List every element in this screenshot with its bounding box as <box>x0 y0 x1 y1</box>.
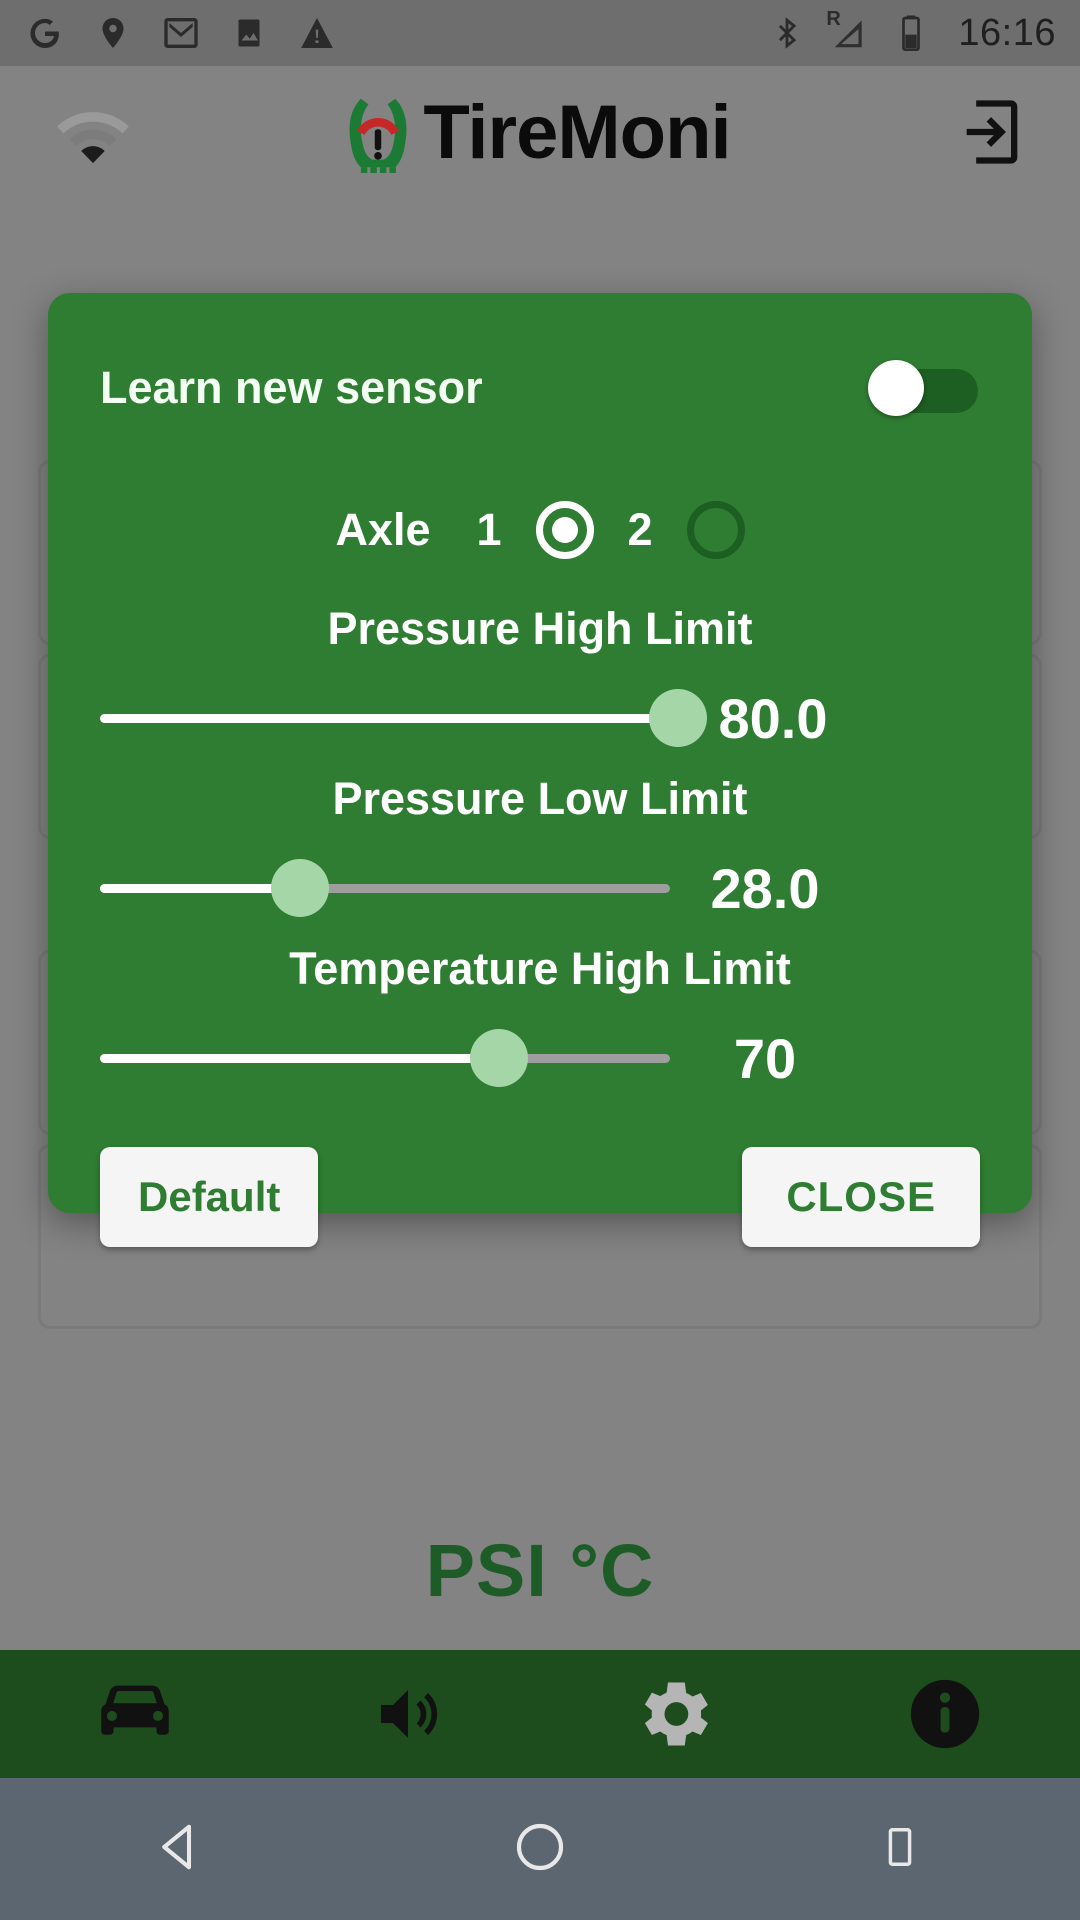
learn-new-sensor-row: Learn new sensor <box>100 293 980 465</box>
dialog-actions: Default CLOSE <box>100 1147 980 1247</box>
recents-square-icon <box>877 1819 923 1880</box>
status-bar-system-icons: R 16:16 <box>766 8 1056 55</box>
axle-radio-2[interactable] <box>686 501 745 559</box>
google-icon <box>24 12 66 54</box>
status-bar-notification-icons <box>24 12 338 54</box>
warning-icon <box>296 12 338 54</box>
slider-thumb[interactable] <box>649 689 707 747</box>
pressure-low-limit-label: Pressure Low Limit <box>332 773 748 824</box>
android-nav-bar <box>0 1778 1080 1920</box>
slider-thumb[interactable] <box>470 1029 528 1087</box>
roaming-label: R <box>826 8 841 30</box>
status-bar-clock: 16:16 <box>958 11 1056 54</box>
photos-icon <box>228 12 270 54</box>
nav-recents-button[interactable] <box>720 1819 1080 1880</box>
back-triangle-icon <box>153 1818 207 1881</box>
gmail-icon <box>160 12 202 54</box>
unit-label: PSI °C <box>425 1529 655 1612</box>
close-button[interactable]: CLOSE <box>742 1147 980 1247</box>
app-title: TireMoni <box>423 89 731 175</box>
slider-fill <box>100 1054 499 1063</box>
tiremoni-logo-icon <box>339 93 417 173</box>
sensor-settings-dialog: Learn new sensor Axle 1 2 Pressure High … <box>48 293 1032 1247</box>
android-status-bar: R 16:16 <box>0 0 1080 66</box>
app-brand: TireMoni <box>116 89 954 176</box>
pressure-low-limit-value: 28.0 <box>710 856 820 920</box>
volume-icon <box>364 1678 446 1750</box>
slider-thumb[interactable] <box>270 859 329 917</box>
tab-volume[interactable] <box>270 1650 540 1778</box>
app-header: TireMoni <box>0 66 1080 198</box>
pressure-high-limit-slider[interactable] <box>100 681 707 755</box>
battery-icon <box>890 12 932 54</box>
pressure-high-limit-row: 80.0 <box>100 681 980 755</box>
phone-screen: R 16:16 TireMoni PSI °C Learn new sensor… <box>0 0 1080 1920</box>
axle-selector: Axle 1 2 <box>100 475 980 585</box>
bluetooth-icon <box>766 12 808 54</box>
pressure-low-limit-slider[interactable] <box>100 851 670 925</box>
exit-to-app-icon[interactable] <box>954 94 1030 170</box>
location-icon <box>92 12 134 54</box>
signal-roaming-icon: R <box>826 8 870 54</box>
nav-back-button[interactable] <box>0 1818 360 1881</box>
pressure-low-limit-row: 28.0 <box>100 851 980 925</box>
learn-new-sensor-label: Learn new sensor <box>100 362 483 413</box>
slider-fill <box>100 714 678 723</box>
temperature-high-limit-value: 70 <box>733 1026 797 1090</box>
axle-option-2-label: 2 <box>627 504 653 555</box>
temperature-high-limit-slider[interactable] <box>100 1021 670 1095</box>
pressure-high-limit-label: Pressure High Limit <box>327 603 753 654</box>
temperature-high-limit-row: 70 <box>100 1021 980 1095</box>
home-circle-icon <box>512 1819 568 1880</box>
info-icon <box>904 1673 986 1755</box>
tab-settings[interactable] <box>540 1650 810 1778</box>
nav-home-button[interactable] <box>360 1819 720 1880</box>
toggle-thumb <box>868 360 924 416</box>
slider-fill <box>100 884 300 893</box>
axle-label: Axle <box>335 504 431 555</box>
bottom-tab-bar <box>0 1650 1080 1778</box>
temperature-high-limit-label: Temperature High Limit <box>289 943 791 994</box>
tab-car[interactable] <box>0 1650 270 1778</box>
car-icon <box>89 1679 181 1749</box>
default-button[interactable]: Default <box>100 1147 319 1247</box>
axle-option-1-label: 1 <box>476 504 502 555</box>
gear-icon <box>633 1672 717 1756</box>
axle-radio-1[interactable] <box>535 501 594 559</box>
tab-info[interactable] <box>810 1650 1080 1778</box>
learn-new-sensor-toggle[interactable] <box>868 360 980 416</box>
